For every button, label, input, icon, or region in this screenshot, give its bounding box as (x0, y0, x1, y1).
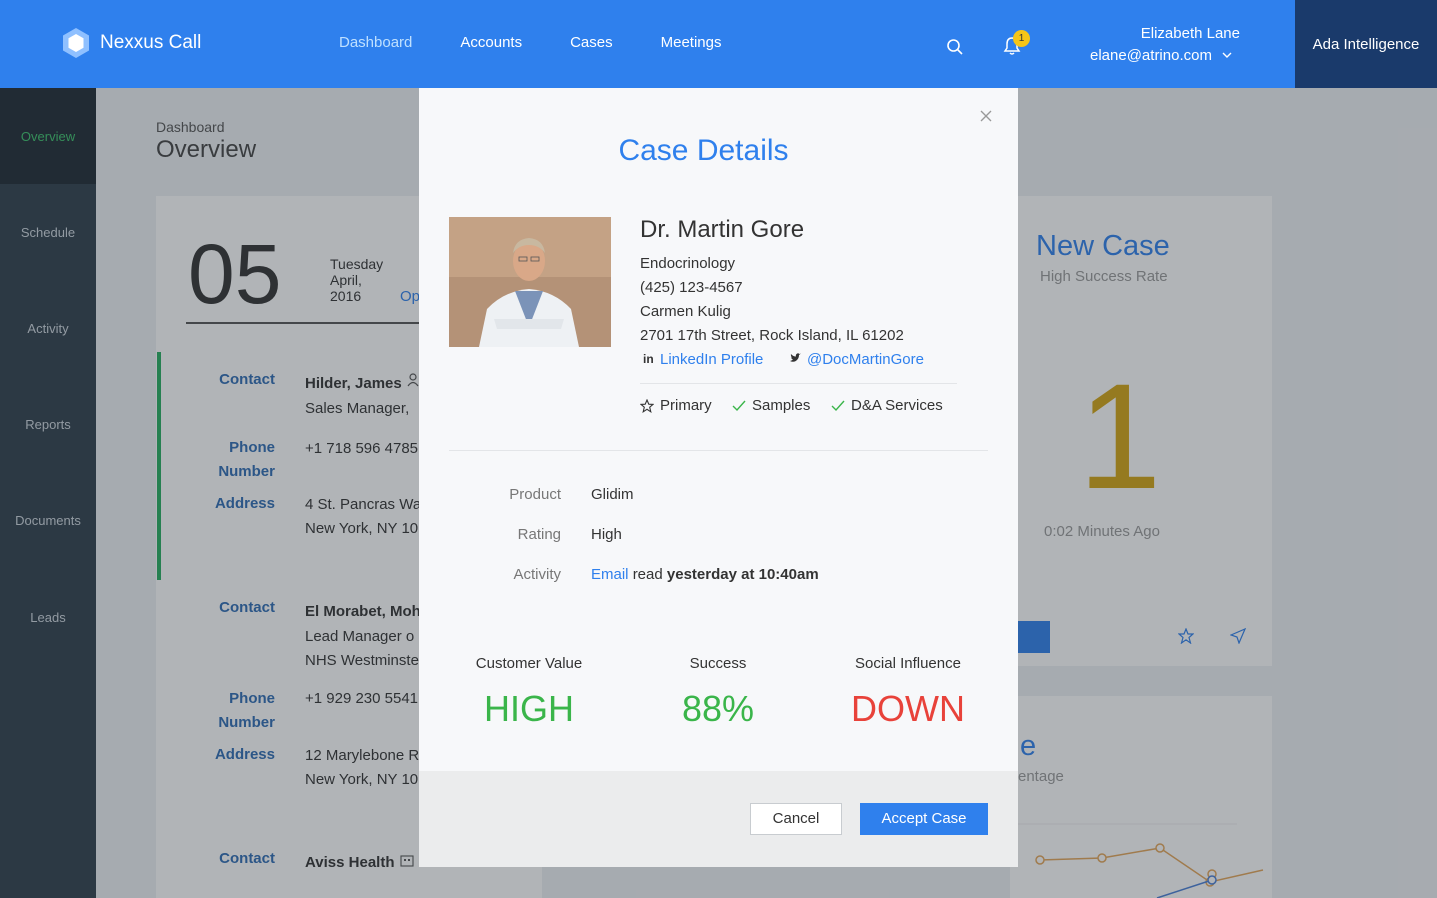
notification-badge: 1 (1013, 30, 1030, 47)
linkedin-link[interactable]: LinkedIn Profile (660, 351, 763, 368)
doctor-specialty: Endocrinology (640, 255, 736, 272)
twitter-link[interactable]: @DocMartinGore (807, 351, 924, 368)
nav-cases[interactable]: Cases (570, 34, 613, 51)
product-label: Product (509, 486, 561, 503)
top-bar: Nexxus Call Dashboard Accounts Cases Mee… (0, 0, 1437, 88)
doctor-name: Dr. Martin Gore (640, 216, 805, 243)
user-email[interactable]: elane@atrino.com (1090, 47, 1212, 64)
tag-da-services[interactable]: D&A Services (831, 397, 943, 414)
tag-samples[interactable]: Samples (732, 397, 810, 414)
hexagon-logo-icon (63, 28, 89, 58)
activity-email-link[interactable]: Email (591, 566, 629, 583)
social-influence-label: Social Influence (855, 655, 961, 672)
cancel-button[interactable]: Cancel (750, 803, 842, 835)
user-name[interactable]: Elizabeth Lane (1090, 25, 1240, 42)
ada-intelligence-button[interactable]: Ada Intelligence (1295, 0, 1437, 88)
rating-label: Rating (517, 526, 561, 543)
nav-meetings[interactable]: Meetings (661, 34, 722, 51)
star-icon (640, 398, 654, 413)
tag-label: Samples (752, 397, 811, 414)
activity-text: read (632, 566, 663, 583)
divider (449, 450, 988, 451)
activity-label: Activity (513, 566, 561, 583)
tag-label: Primary (660, 397, 712, 414)
app-name: Nexxus Call (100, 32, 202, 53)
twitter-icon (790, 353, 801, 362)
close-icon[interactable] (980, 110, 992, 122)
success-value: 88% (681, 688, 755, 729)
doctor-address: 2701 17th Street, Rock Island, IL 61202 (640, 327, 904, 344)
case-details-modal: Case Details Dr. Martin Gore Endocrinolo… (419, 88, 1018, 867)
main-nav: Dashboard Accounts Cases Meetings (339, 34, 770, 51)
check-icon (831, 400, 845, 411)
doctor-contact: Carmen Kulig (640, 303, 731, 320)
chevron-down-icon[interactable] (1222, 52, 1232, 59)
modal-title: Case Details (618, 134, 789, 167)
success-label: Success (689, 655, 747, 672)
check-icon (732, 400, 746, 411)
rating-value: High (591, 526, 622, 543)
doctor-photo (449, 217, 611, 347)
doctor-phone[interactable]: (425) 123-4567 (640, 279, 743, 296)
nav-accounts[interactable]: Accounts (460, 34, 522, 51)
tag-label: D&A Services (851, 397, 943, 414)
app-logo[interactable]: Nexxus Call (62, 27, 201, 59)
customer-value-label: Customer Value (475, 655, 583, 672)
product-value: Glidim (591, 486, 634, 503)
customer-value: HIGH (484, 688, 574, 729)
divider (640, 383, 957, 384)
tag-primary[interactable]: Primary (640, 397, 712, 414)
linkedin-icon: in (643, 352, 654, 366)
activity-value: Email read yesterday at 10:40am (591, 566, 819, 583)
social-influence-value: DOWN (851, 688, 965, 729)
activity-time: yesterday at 10:40am (666, 566, 819, 583)
accept-case-button[interactable]: Accept Case (860, 803, 988, 835)
search-icon[interactable] (946, 38, 964, 56)
nav-dashboard[interactable]: Dashboard (339, 34, 412, 51)
